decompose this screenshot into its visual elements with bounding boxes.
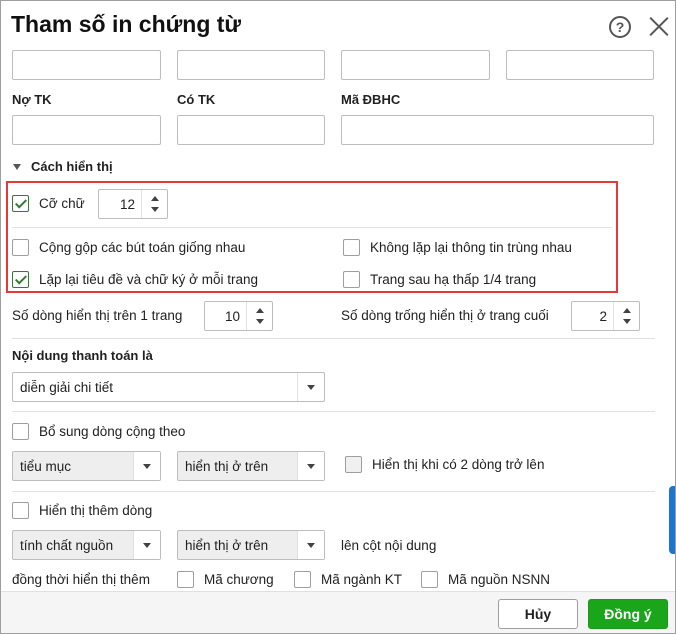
rows-per-page-stepper[interactable]: 10 [204, 301, 273, 331]
sum-rows-option[interactable]: Bổ sung dòng cộng theo [12, 423, 185, 440]
extra-rows-checkbox[interactable] [12, 502, 29, 519]
ma-nganh-kt-checkbox[interactable] [294, 571, 311, 588]
show-when-label: Hiển thị khi có 2 dòng trở lên [372, 457, 545, 472]
divider [12, 411, 655, 412]
no-tk-input[interactable] [12, 115, 161, 145]
arrow-up-icon[interactable] [150, 196, 159, 201]
help-icon[interactable]: ? [609, 16, 631, 38]
arrow-up-icon[interactable] [255, 308, 264, 313]
merge-entries-checkbox[interactable] [12, 239, 29, 256]
repeat-header-label: Lặp lại tiêu đề và chữ ký ở mỗi trang [39, 272, 258, 287]
merge-entries-option[interactable]: Cộng gộp các bút toán giống nhau [12, 239, 245, 256]
ma-nguon-nsnn-checkbox[interactable] [421, 571, 438, 588]
co-tk-input[interactable] [177, 115, 325, 145]
rows-per-page-label: Số dòng hiển thị trên 1 trang [12, 308, 183, 323]
cancel-button[interactable]: Hủy [498, 599, 578, 629]
ma-chuong-label: Mã chương [204, 572, 274, 587]
payment-content-label: Nội dung thanh toán là [12, 348, 153, 363]
font-size-option[interactable]: Cỡ chữ [12, 195, 85, 212]
ma-dbhc-input[interactable] [341, 115, 654, 145]
divider [12, 227, 612, 228]
arrow-up-icon[interactable] [622, 308, 631, 313]
top-input-2[interactable] [177, 50, 325, 80]
ok-button[interactable]: Đồng ý [588, 599, 668, 629]
font-size-arrows[interactable] [141, 190, 167, 218]
ma-dbhc-label: Mã ĐBHC [341, 92, 401, 107]
blank-rows-value: 2 [599, 308, 607, 324]
chevron-down-icon[interactable] [133, 531, 160, 559]
top-input-1[interactable] [12, 50, 161, 80]
lower-next-page-checkbox[interactable] [343, 271, 360, 288]
font-size-label: Cỡ chữ [39, 196, 85, 211]
no-repeat-option[interactable]: Không lặp lại thông tin trùng nhau [343, 239, 572, 256]
sum-rows-group-select[interactable]: tiểu mục [12, 451, 161, 481]
extra-rows-source-value: tính chất nguồn [20, 537, 114, 553]
rows-per-page-value: 10 [224, 308, 240, 324]
merge-entries-label: Cộng gộp các bút toán giống nhau [39, 240, 246, 255]
extra-rows-source-select[interactable]: tính chất nguồn [12, 530, 161, 560]
sum-rows-position-value: hiển thị ở trên [185, 458, 269, 474]
show-when-option[interactable]: Hiển thị khi có 2 dòng trở lên [345, 456, 544, 473]
ma-nganh-kt-label: Mã ngành KT [321, 572, 403, 587]
ma-nganh-kt-option[interactable]: Mã ngành KT [294, 571, 402, 588]
repeat-header-option[interactable]: Lặp lại tiêu đề và chữ ký ở mỗi trang [12, 271, 258, 288]
payment-content-value: diễn giải chi tiết [20, 379, 114, 395]
sum-rows-position-select[interactable]: hiển thị ở trên [177, 451, 325, 481]
extra-rows-suffix: lên cột nội dung [341, 538, 437, 553]
display-section-label: Cách hiển thị [31, 159, 113, 174]
lower-next-page-option[interactable]: Trang sau hạ thấp 1/4 trang [343, 271, 536, 288]
no-repeat-checkbox[interactable] [343, 239, 360, 256]
caret-down-icon [13, 163, 21, 170]
chevron-down-icon[interactable] [297, 531, 324, 559]
extra-rows-label: Hiển thị thêm dòng [39, 503, 153, 518]
font-size-value: 12 [119, 196, 135, 212]
repeat-header-checkbox[interactable] [12, 271, 29, 288]
extra-rows-position-value: hiển thị ở trên [185, 537, 269, 553]
font-size-checkbox[interactable] [12, 195, 29, 212]
blank-rows-label: Số dòng trống hiển thị ở trang cuối [341, 308, 549, 323]
chevron-down-icon[interactable] [133, 452, 160, 480]
lower-next-page-label: Trang sau hạ thấp 1/4 trang [370, 272, 537, 287]
sum-rows-label: Bổ sung dòng cộng theo [39, 424, 186, 439]
show-when-checkbox[interactable] [345, 456, 362, 473]
divider [12, 338, 655, 339]
extra-rows-position-select[interactable]: hiển thị ở trên [177, 530, 325, 560]
sum-rows-checkbox[interactable] [12, 423, 29, 440]
co-tk-label: Có TK [177, 92, 216, 107]
print-params-dialog: Tham số in chứng từ ? Nợ TK Có TK Mã ĐBH… [0, 0, 676, 634]
rows-per-page-arrows[interactable] [246, 302, 272, 330]
scroll-handle[interactable] [669, 486, 675, 554]
sum-rows-group-value: tiểu mục [20, 458, 72, 474]
blank-rows-arrows[interactable] [613, 302, 639, 330]
no-repeat-label: Không lặp lại thông tin trùng nhau [370, 240, 572, 255]
chevron-down-icon[interactable] [297, 373, 324, 401]
arrow-down-icon[interactable] [255, 319, 264, 324]
ma-nguon-nsnn-label: Mã nguồn NSNN [448, 572, 551, 587]
arrow-down-icon[interactable] [622, 319, 631, 324]
top-input-4[interactable] [506, 50, 654, 80]
ma-chuong-option[interactable]: Mã chương [177, 571, 274, 588]
payment-content-select[interactable]: diễn giải chi tiết [12, 372, 325, 402]
chevron-down-icon[interactable] [297, 452, 324, 480]
close-icon[interactable] [648, 15, 670, 37]
extra-rows-option[interactable]: Hiển thị thêm dòng [12, 502, 152, 519]
dialog-title: Tham số in chứng từ [11, 11, 242, 37]
ma-nguon-nsnn-option[interactable]: Mã nguồn NSNN [421, 571, 550, 588]
display-section-header[interactable]: Cách hiển thị [13, 159, 113, 174]
arrow-down-icon[interactable] [150, 207, 159, 212]
divider [12, 491, 655, 492]
also-show-label: đồng thời hiển thị thêm [12, 572, 150, 587]
ma-chuong-checkbox[interactable] [177, 571, 194, 588]
font-size-stepper[interactable]: 12 [98, 189, 168, 219]
top-input-3[interactable] [341, 50, 490, 80]
blank-rows-stepper[interactable]: 2 [571, 301, 640, 331]
no-tk-label: Nợ TK [12, 92, 52, 107]
